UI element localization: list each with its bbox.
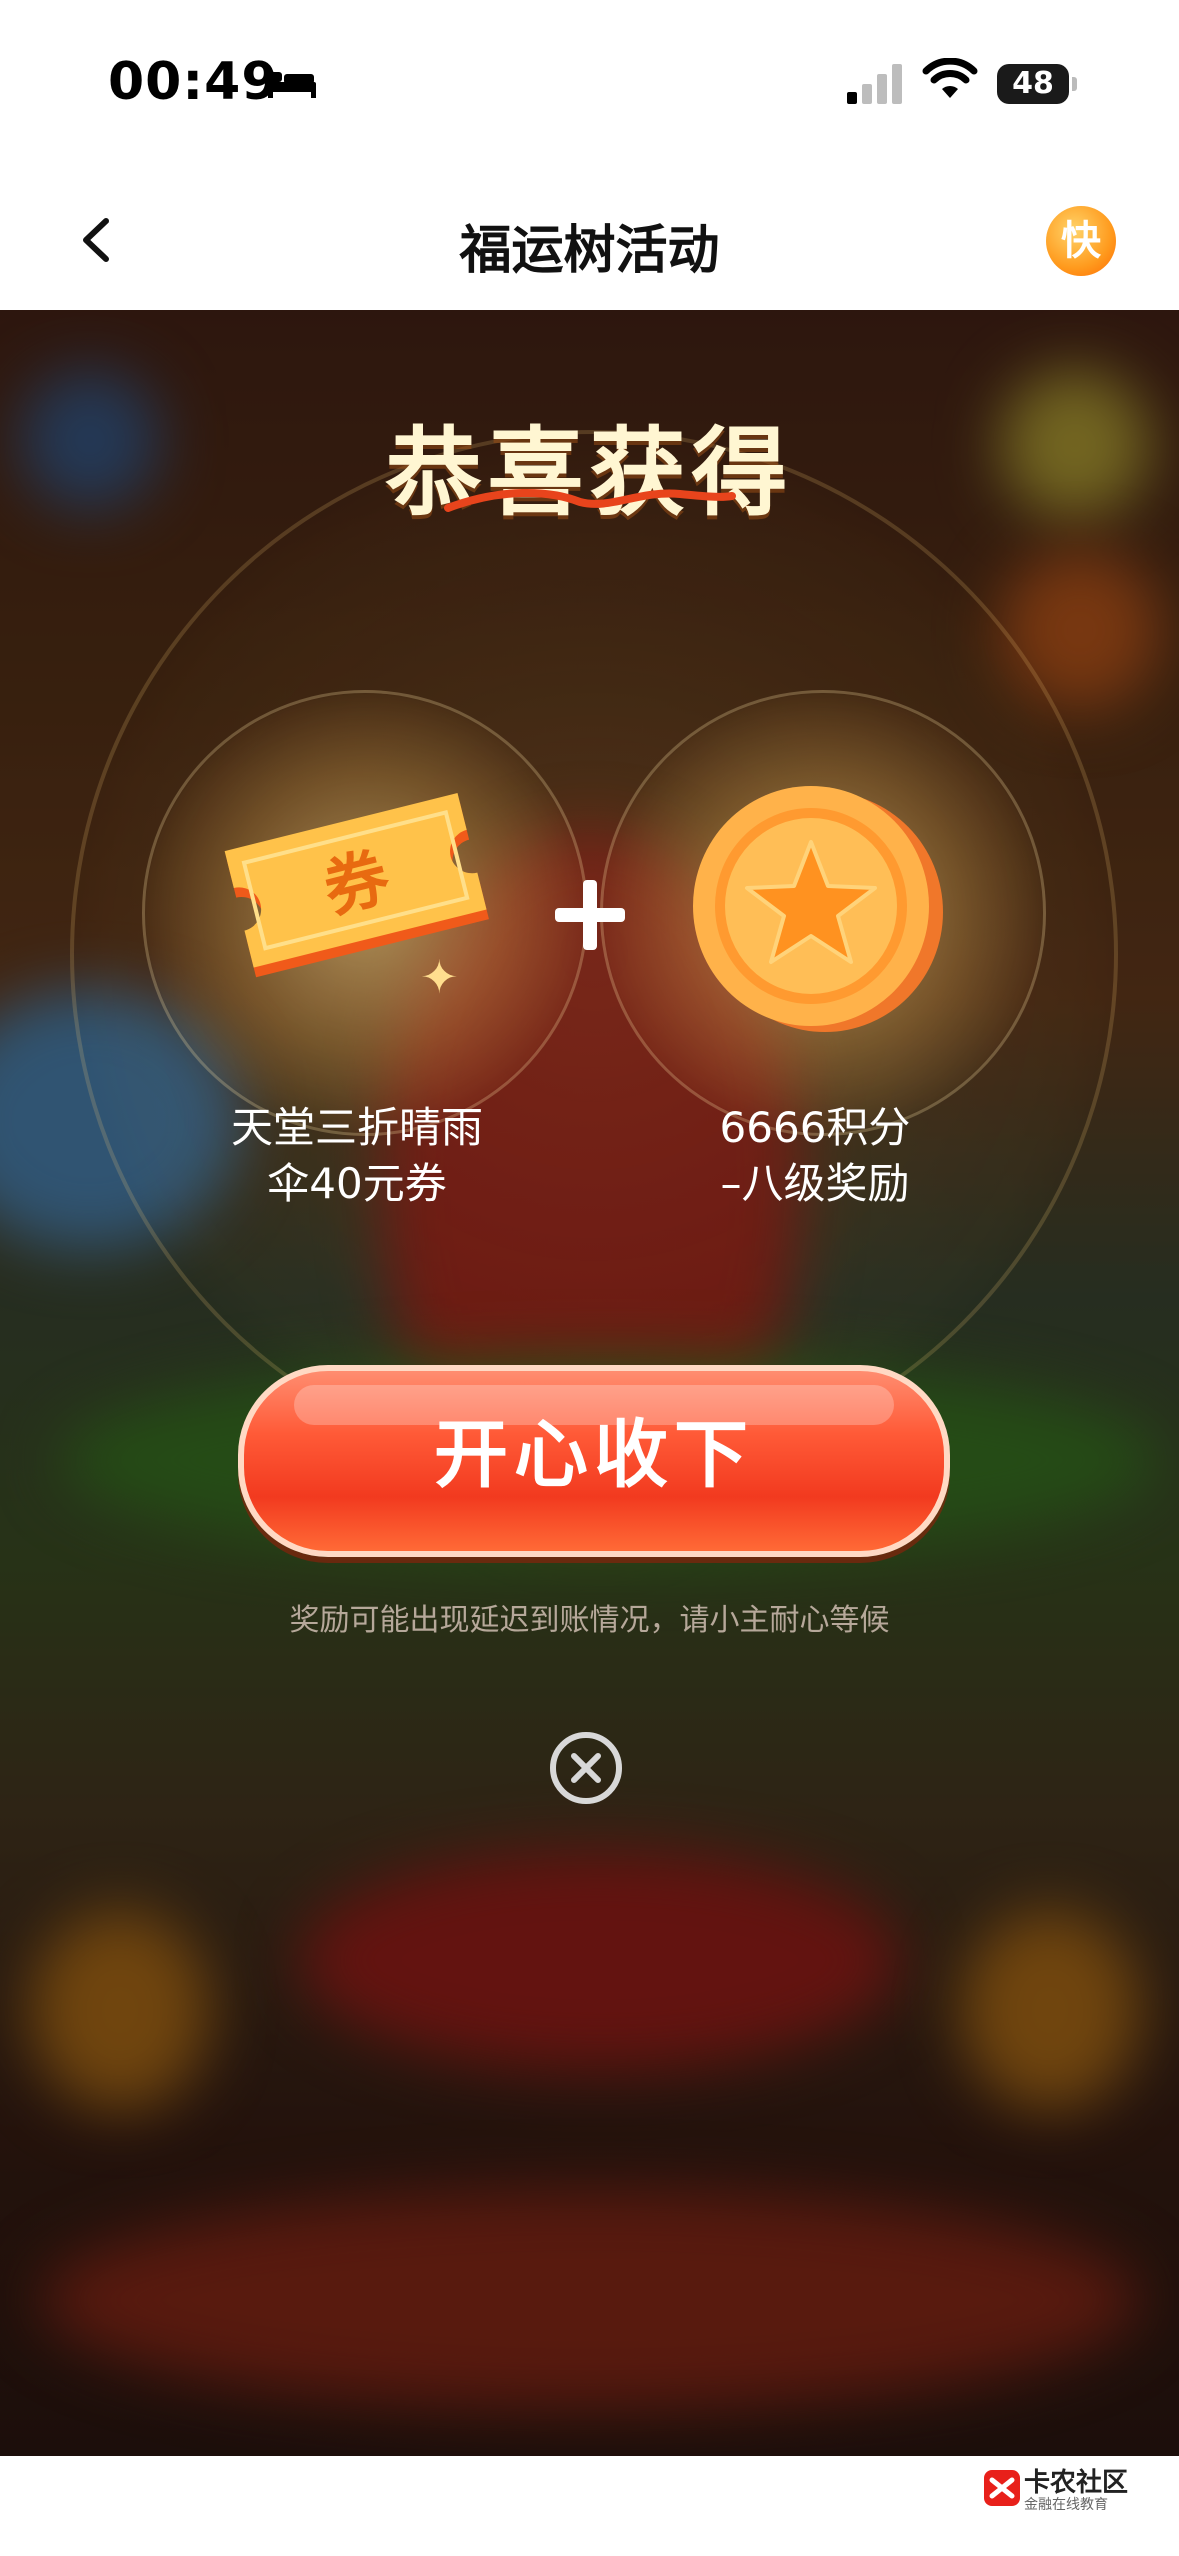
watermark-subtitle: 金融在线教育 [1024,2497,1108,2513]
star-coin-icon [693,786,943,1032]
battery-level: 48 [1012,66,1054,101]
prize-points-line1: 6666积分 [719,1103,911,1152]
coupon-ticket-icon: 券 [224,793,489,978]
status-bar: 00:49 48 [0,0,1179,170]
status-time: 00:49 [108,52,279,112]
kuaishou-logo-button[interactable]: 快 [1046,206,1116,276]
page-title: 福运树活动 [459,221,720,281]
close-icon[interactable] [548,1730,624,1806]
prize-coupon-line2: 伞40元券 [267,1159,447,1208]
cellular-signal-icon [847,64,902,104]
battery-icon: 48 [997,64,1077,104]
heading-underline-decoration [444,489,736,512]
prize-points-line2: –八级奖励 [720,1159,910,1208]
sleep-bed-icon [268,72,316,98]
prize-points-label: 6666积分 –八级奖励 [650,1100,980,1212]
accept-reward-button[interactable]: 开心收下 [238,1365,950,1557]
accept-reward-label: 开心收下 [434,1412,754,1498]
prize-coupon-label: 天堂三折晴雨 伞40元券 [192,1100,522,1212]
wifi-icon [922,58,978,98]
kanong-logo-icon [984,2470,1020,2506]
plus-icon [555,880,625,950]
nav-bar: 福运树活动 快 [0,170,1179,310]
prize-coupon-line1: 天堂三折晴雨 [230,1103,483,1152]
delay-notice: 奖励可能出现延迟到账情况，请小主耐心等候 [289,1603,890,1638]
